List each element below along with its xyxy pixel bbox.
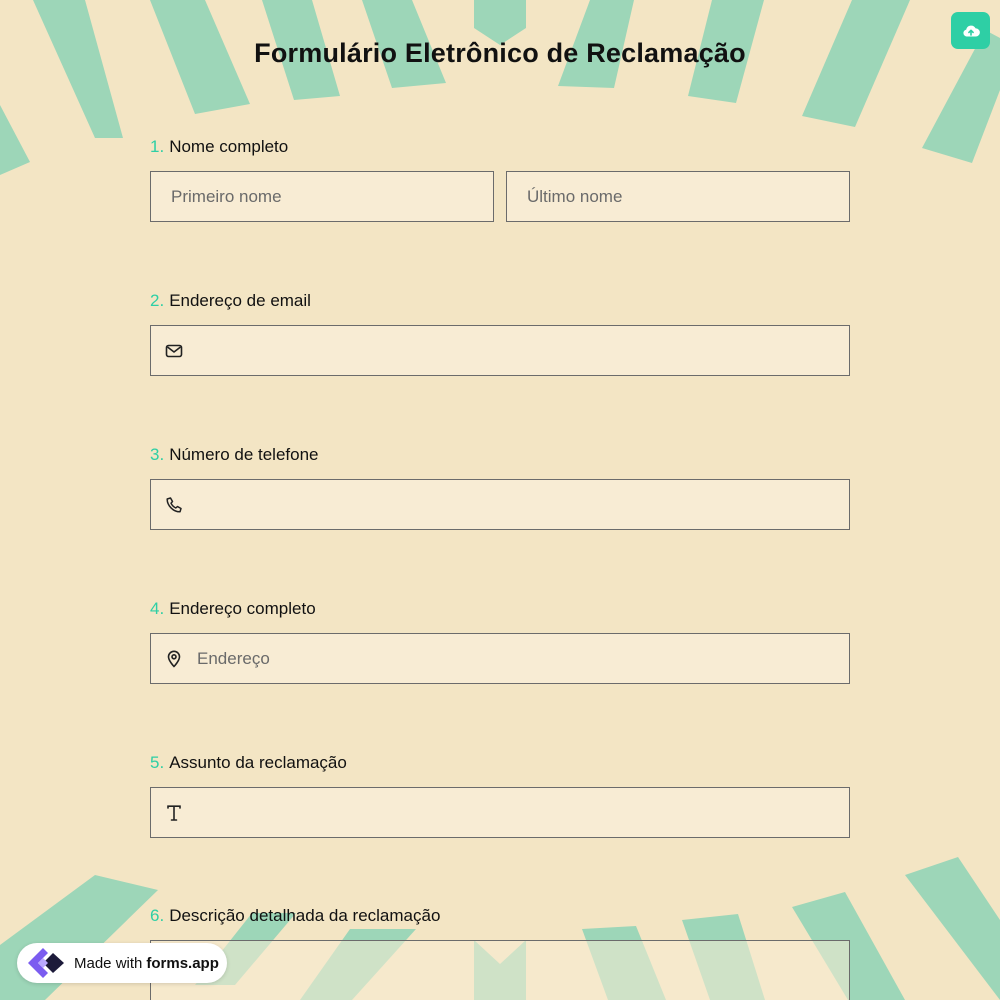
question-email: 2. Endereço de email bbox=[150, 289, 850, 376]
question-number: 5. bbox=[150, 753, 165, 772]
question-text: Endereço de email bbox=[169, 291, 311, 310]
question-text: Nome completo bbox=[169, 137, 289, 156]
address-input[interactable]: Endereço bbox=[150, 633, 850, 684]
form-title: Formulário Eletrônico de Reclamação bbox=[254, 38, 746, 68]
text-type-icon bbox=[164, 803, 184, 823]
last-name-input[interactable]: Último nome bbox=[506, 171, 850, 222]
phone-icon bbox=[164, 495, 184, 515]
question-address: 4. Endereço completo Endereço bbox=[150, 597, 850, 684]
phone-input[interactable] bbox=[150, 479, 850, 530]
question-label: 4. Endereço completo bbox=[150, 597, 850, 621]
question-subject: 5. Assunto da reclamação bbox=[150, 751, 850, 838]
question-label: 1. Nome completo bbox=[150, 135, 850, 159]
question-number: 3. bbox=[150, 445, 165, 464]
question-text: Assunto da reclamação bbox=[169, 753, 347, 772]
question-label: 2. Endereço de email bbox=[150, 289, 850, 313]
email-input[interactable] bbox=[150, 325, 850, 376]
badge-prefix: Made with bbox=[74, 954, 143, 972]
location-pin-icon bbox=[164, 649, 184, 669]
form-page: Formulário Eletrônico de Reclamação 1. No… bbox=[0, 0, 1000, 1000]
question-label: 5. Assunto da reclamação bbox=[150, 751, 850, 775]
input-placeholder: Último nome bbox=[527, 186, 623, 206]
question-label: 3. Número de telefone bbox=[150, 443, 850, 467]
forms-app-logo-icon bbox=[26, 946, 66, 980]
input-placeholder: Primeiro nome bbox=[171, 186, 282, 206]
made-with-badge[interactable]: Made with forms.app bbox=[17, 943, 227, 983]
question-phone: 3. Número de telefone bbox=[150, 443, 850, 530]
badge-brand: forms.app bbox=[146, 954, 219, 972]
subject-input[interactable] bbox=[150, 787, 850, 838]
question-text: Número de telefone bbox=[169, 445, 319, 464]
save-progress-button[interactable] bbox=[951, 12, 990, 49]
description-textarea[interactable] bbox=[150, 940, 850, 1000]
question-full-name: 1. Nome completo Primeiro nome Último nom… bbox=[150, 135, 850, 222]
question-label: 6. Descrição detalhada da reclamação bbox=[150, 904, 850, 928]
first-name-input[interactable]: Primeiro nome bbox=[150, 171, 494, 222]
question-number: 2. bbox=[150, 291, 165, 310]
question-text: Descrição detalhada da reclamação bbox=[169, 906, 441, 925]
question-number: 1. bbox=[150, 137, 165, 156]
question-number: 4. bbox=[150, 599, 165, 618]
input-placeholder: Endereço bbox=[197, 648, 270, 668]
question-description: 6. Descrição detalhada da reclamação bbox=[150, 904, 850, 1000]
mail-icon bbox=[164, 341, 184, 361]
question-text: Endereço completo bbox=[169, 599, 316, 618]
question-number: 6. bbox=[150, 906, 165, 925]
cloud-upload-icon bbox=[962, 25, 980, 36]
